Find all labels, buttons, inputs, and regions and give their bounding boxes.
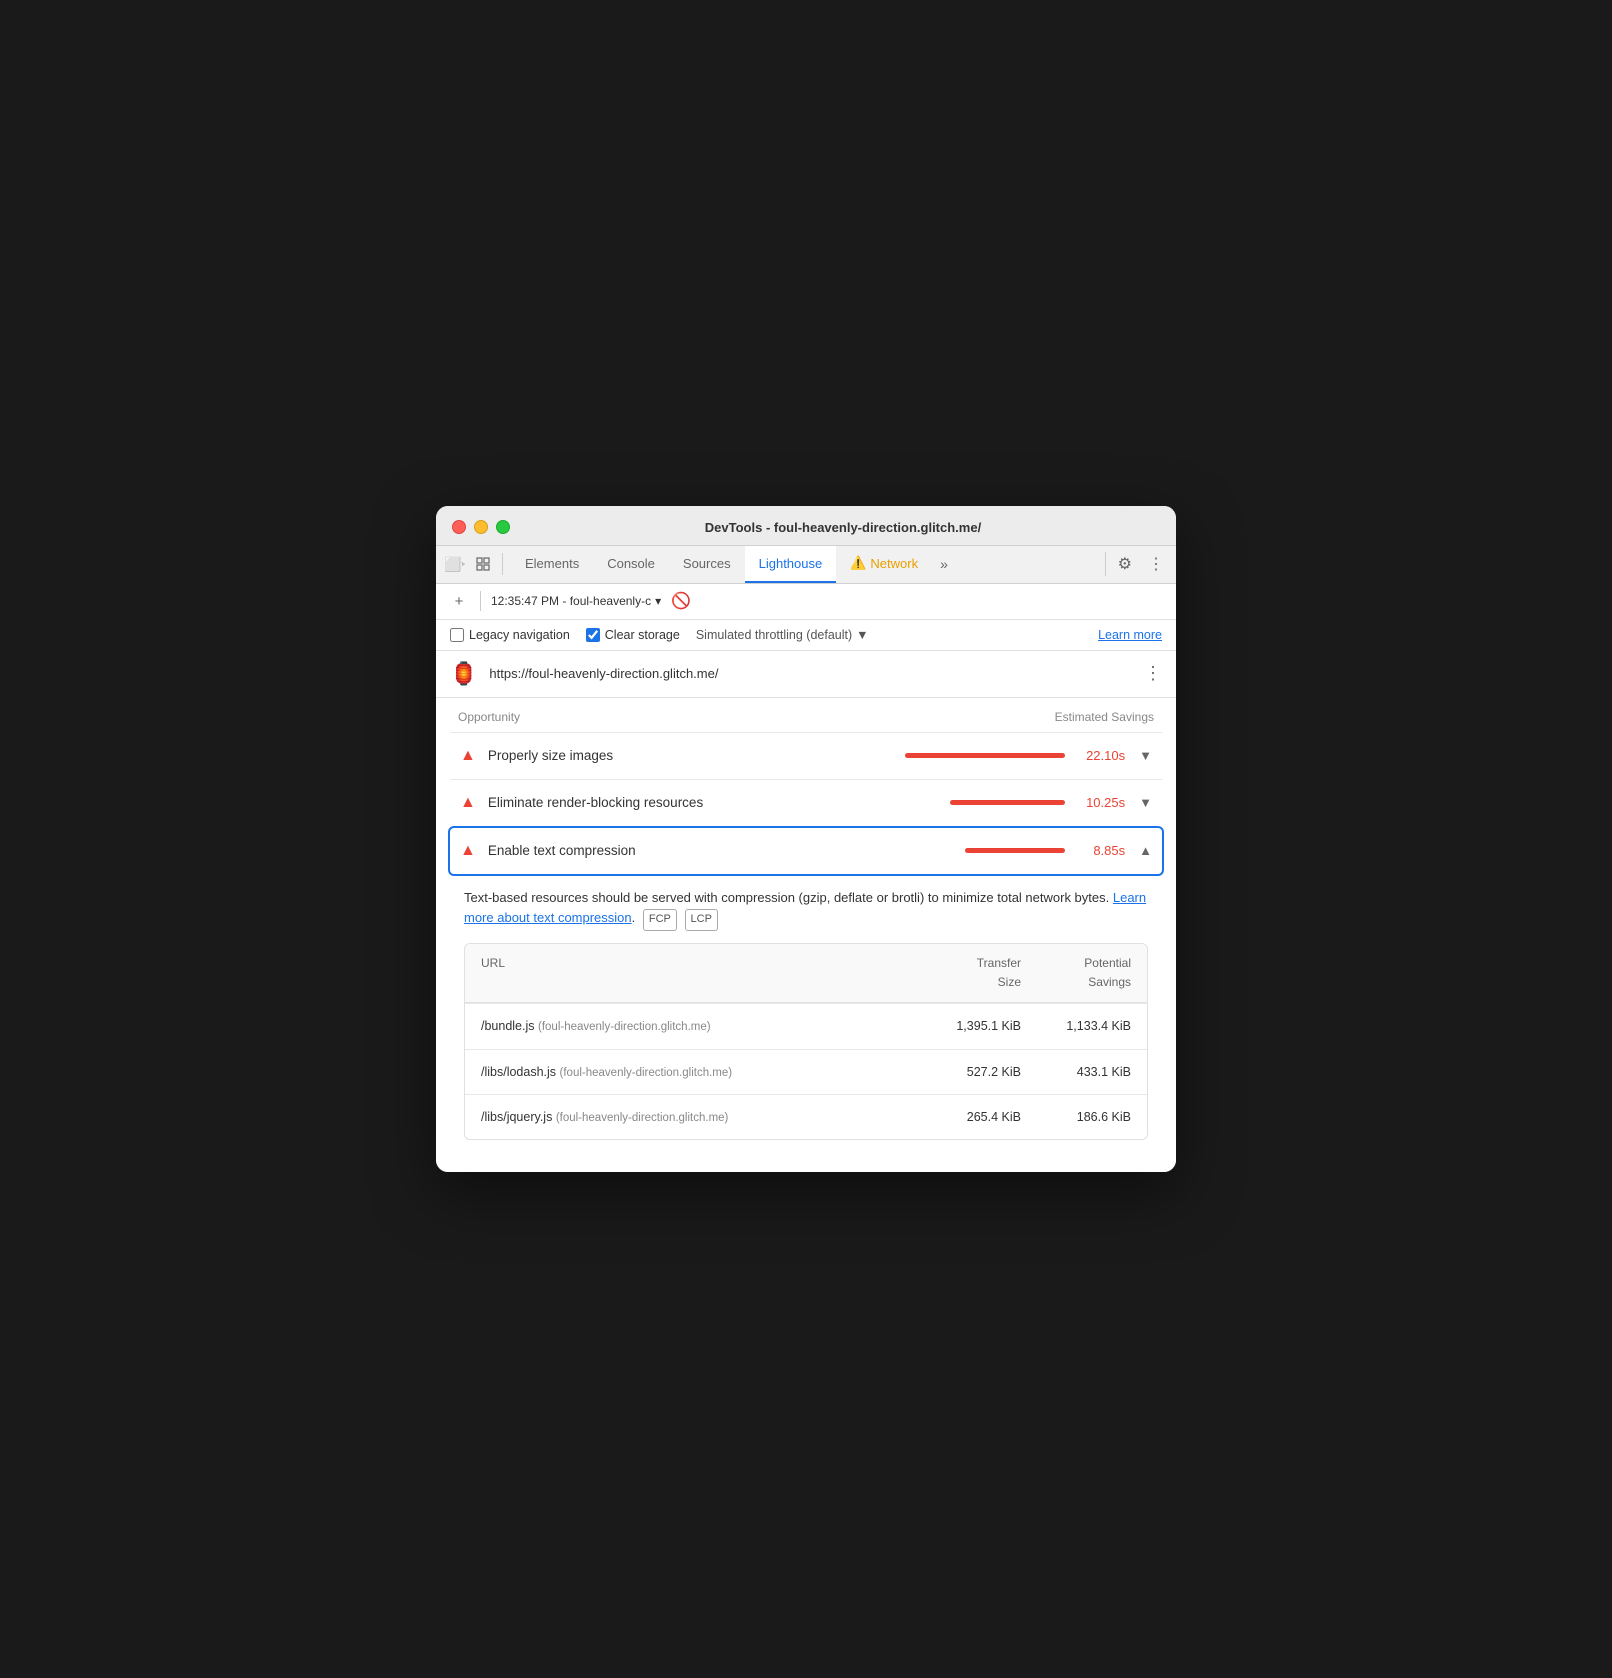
close-button[interactable]	[452, 520, 466, 534]
titlebar: DevTools - foul-heavenly-direction.glitc…	[436, 506, 1176, 546]
savings-bar-1	[905, 753, 1065, 758]
transfer-col-header: TransferSize	[911, 954, 1021, 992]
savings-time-2: 10.25s	[1075, 795, 1125, 810]
row-3-url-path: /libs/jquery.js	[481, 1110, 552, 1124]
url-more-button[interactable]: ⋮	[1144, 663, 1162, 684]
opportunity-label-3: Enable text compression	[488, 843, 953, 858]
opportunity-row-1[interactable]: ▲ Properly size images 22.10s ▼	[450, 732, 1162, 779]
savings-bar-container-3: 8.85s ▲	[965, 843, 1152, 858]
savings-bar-3	[965, 848, 1065, 853]
url-col-header: URL	[481, 954, 911, 992]
maximize-button[interactable]	[496, 520, 510, 534]
row-1-url-domain: (foul-heavenly-direction.glitch.me)	[538, 1021, 711, 1033]
opportunity-label-2: Eliminate render-blocking resources	[488, 795, 938, 810]
timestamp-label: 12:35:47 PM - foul-heavenly-c	[491, 594, 651, 608]
row-1-savings: 1,133.4 KiB	[1021, 1016, 1131, 1036]
lighthouse-icon: 🏮	[450, 661, 477, 687]
opportunity-row-3[interactable]: ▲ Enable text compression 8.85s ▲	[448, 826, 1164, 876]
warning-triangle-icon-2: ▲	[460, 794, 476, 812]
fcp-badge: FCP	[643, 909, 677, 931]
warning-triangle-icon-1: ▲	[460, 747, 476, 765]
tab-lighthouse[interactable]: Lighthouse	[745, 546, 837, 583]
savings-time-1: 22.10s	[1075, 748, 1125, 763]
row-3-transfer: 265.4 KiB	[911, 1107, 1021, 1127]
clear-storage-checkbox-group[interactable]: Clear storage	[586, 628, 680, 642]
learn-more-link[interactable]: Learn more	[1098, 628, 1162, 642]
more-tabs-button[interactable]: »	[932, 556, 956, 572]
row-2-url-domain: (foul-heavenly-direction.glitch.me)	[560, 1067, 733, 1079]
expanded-text: Text-based resources should be served wi…	[464, 888, 1148, 931]
lcp-badge: LCP	[685, 909, 718, 931]
minimize-button[interactable]	[474, 520, 488, 534]
resources-table: URL TransferSize PotentialSavings /bundl…	[464, 943, 1148, 1141]
table-row: /libs/jquery.js (foul-heavenly-direction…	[465, 1094, 1147, 1139]
savings-bar-container-1: 22.10s ▼	[905, 748, 1152, 763]
opportunity-row-2[interactable]: ▲ Eliminate render-blocking resources 10…	[450, 779, 1162, 826]
tab-console[interactable]: Console	[593, 546, 669, 583]
savings-col-header: PotentialSavings	[1021, 954, 1131, 992]
url-bar: 🏮 https://foul-heavenly-direction.glitch…	[436, 651, 1176, 698]
cursor-icon[interactable]: ⬜	[444, 553, 466, 575]
row-1-url-path: /bundle.js	[481, 1019, 535, 1033]
description-after: .	[632, 910, 636, 925]
opportunity-col-header: Opportunity	[458, 710, 520, 724]
toolbar-separator	[480, 591, 481, 611]
legacy-nav-checkbox[interactable]	[450, 628, 464, 642]
tab-elements[interactable]: Elements	[511, 546, 593, 583]
traffic-lights	[452, 520, 510, 534]
opportunity-label-1: Properly size images	[488, 748, 893, 763]
layers-icon[interactable]	[472, 553, 494, 575]
throttle-label: Simulated throttling (default)	[696, 628, 852, 642]
no-entry-icon[interactable]: 🚫	[671, 591, 691, 611]
tab-sources[interactable]: Sources	[669, 546, 745, 583]
savings-bar-container-2: 10.25s ▼	[950, 795, 1152, 810]
options-row: Legacy navigation Clear storage Simulate…	[436, 620, 1176, 651]
table-row: /bundle.js (foul-heavenly-direction.glit…	[465, 1003, 1147, 1048]
chevron-down-icon-1: ▼	[1139, 748, 1152, 763]
url-display: https://foul-heavenly-direction.glitch.m…	[489, 666, 1132, 681]
more-options-icon[interactable]: ⋮	[1144, 552, 1168, 576]
description-before: Text-based resources should be served wi…	[464, 890, 1113, 905]
throttle-arrow-icon: ▼	[856, 628, 868, 642]
dropdown-arrow-icon: ▾	[655, 594, 661, 608]
tabs-list: Elements Console Sources Lighthouse ⚠️ N…	[511, 546, 1105, 583]
savings-time-3: 8.85s	[1075, 843, 1125, 858]
estimated-savings-col-header: Estimated Savings	[1055, 710, 1154, 724]
row-2-url-path: /libs/lodash.js	[481, 1065, 556, 1079]
expanded-description: Text-based resources should be served wi…	[450, 876, 1162, 1157]
legacy-nav-checkbox-group[interactable]: Legacy navigation	[450, 628, 570, 642]
clear-storage-label: Clear storage	[605, 628, 680, 642]
table-header: URL TransferSize PotentialSavings	[465, 944, 1147, 1003]
warning-triangle-icon-3: ▲	[460, 842, 476, 860]
window-title: DevTools - foul-heavenly-direction.glitc…	[526, 520, 1160, 535]
session-dropdown[interactable]: 12:35:47 PM - foul-heavenly-c ▾	[491, 594, 661, 608]
toolbar-row: + 12:35:47 PM - foul-heavenly-c ▾ 🚫	[436, 584, 1176, 620]
row-2-transfer: 527.2 KiB	[911, 1062, 1021, 1082]
throttle-dropdown[interactable]: Simulated throttling (default) ▼	[696, 628, 869, 642]
table-row: /libs/lodash.js (foul-heavenly-direction…	[465, 1049, 1147, 1094]
devtools-window: DevTools - foul-heavenly-direction.glitc…	[436, 506, 1176, 1173]
row-2-url: /libs/lodash.js (foul-heavenly-direction…	[481, 1062, 911, 1082]
devtools-tab-bar: ⬜ Elements Console Sources Lighthouse ⚠	[436, 546, 1176, 584]
tab-icon-group: ⬜	[444, 553, 503, 575]
legacy-nav-label: Legacy navigation	[469, 628, 570, 642]
row-3-url-domain: (foul-heavenly-direction.glitch.me)	[556, 1112, 729, 1124]
row-1-transfer: 1,395.1 KiB	[911, 1016, 1021, 1036]
column-headers: Opportunity Estimated Savings	[450, 698, 1162, 732]
tab-network[interactable]: ⚠️ Network	[836, 546, 932, 583]
add-button[interactable]: +	[448, 590, 470, 612]
row-3-savings: 186.6 KiB	[1021, 1107, 1131, 1127]
row-3-url: /libs/jquery.js (foul-heavenly-direction…	[481, 1107, 911, 1127]
clear-storage-checkbox[interactable]	[586, 628, 600, 642]
chevron-up-icon-3: ▲	[1139, 843, 1152, 858]
devtools-settings-group: ⚙ ⋮	[1105, 552, 1168, 576]
chevron-down-icon-2: ▼	[1139, 795, 1152, 810]
savings-bar-2	[950, 800, 1065, 805]
warning-icon: ⚠️	[850, 555, 866, 571]
main-content: Opportunity Estimated Savings ▲ Properly…	[436, 698, 1176, 1173]
row-2-savings: 433.1 KiB	[1021, 1062, 1131, 1082]
row-1-url: /bundle.js (foul-heavenly-direction.glit…	[481, 1016, 911, 1036]
settings-icon[interactable]: ⚙	[1114, 552, 1136, 576]
